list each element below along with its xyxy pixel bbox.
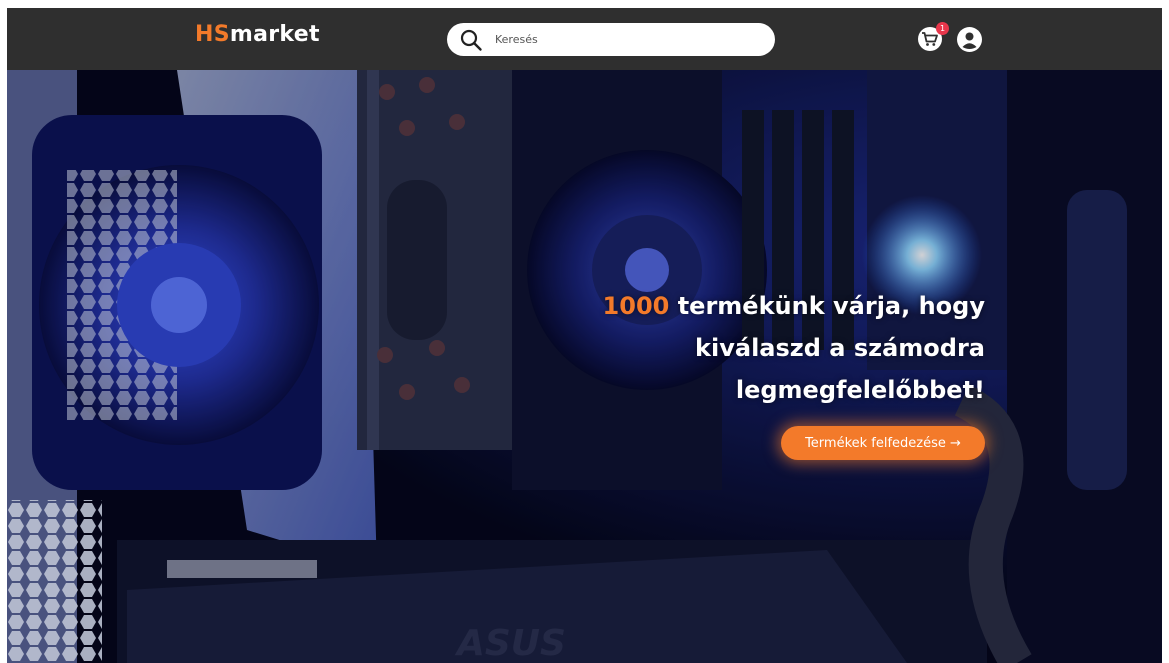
hero-headline-line3: legmegfelelőbbet! [735, 376, 985, 404]
search-input[interactable] [493, 32, 757, 47]
cart-count-badge: 1 [936, 22, 949, 35]
hero-headline-line2: kiválaszd a számodra [695, 334, 985, 362]
navbar: HSmarket 1 [7, 8, 1162, 70]
logo[interactable]: HSmarket [195, 22, 320, 47]
hero-headline-line1: termékünk várja, hogy [669, 292, 985, 320]
search-icon[interactable] [459, 28, 483, 52]
hero-banner: ASUS 1000 termékünk várja, hogy kiválasz… [7, 70, 1162, 663]
cart-icon [922, 32, 938, 46]
explore-products-button[interactable]: Termékek felfedezése → [781, 426, 985, 460]
hero-headline: 1000 termékünk várja, hogy kiválaszd a s… [545, 285, 985, 411]
page: HSmarket 1 [7, 8, 1162, 663]
logo-prefix: HS [195, 22, 230, 47]
hero-highlight-number: 1000 [602, 292, 670, 320]
search-bar[interactable] [447, 23, 775, 56]
user-icon[interactable] [957, 27, 982, 52]
logo-suffix: market [229, 22, 320, 47]
